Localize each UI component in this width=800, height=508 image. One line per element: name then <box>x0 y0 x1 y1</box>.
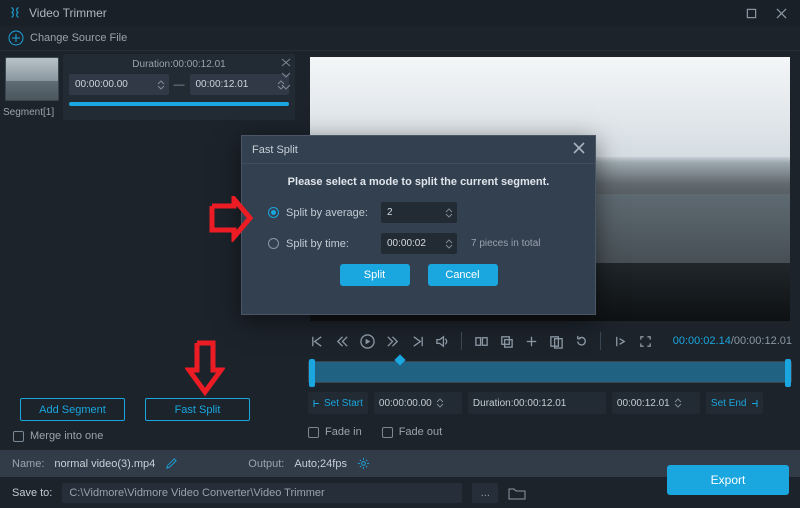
reset-icon[interactable] <box>572 332 590 350</box>
timeline-scrubber[interactable] <box>308 361 792 383</box>
volume-icon[interactable] <box>433 332 451 350</box>
fade-out-label: Fade out <box>399 426 442 438</box>
duplicate-icon[interactable] <box>547 332 565 350</box>
set-end-button[interactable]: Set End <box>706 392 763 414</box>
range-dash: — <box>174 79 185 91</box>
fade-out-checkbox[interactable] <box>382 427 393 438</box>
output-label: Output: <box>248 458 284 470</box>
titlebar: Video Trimmer <box>0 0 800 26</box>
segment-range-bar[interactable] <box>69 102 289 106</box>
timeline-left-handle[interactable] <box>309 359 315 387</box>
output-settings-icon[interactable] <box>357 457 370 470</box>
add-icon[interactable] <box>522 332 540 350</box>
copy-icon[interactable] <box>497 332 515 350</box>
save-to-label: Save to: <box>12 487 52 499</box>
window-title: Video Trimmer <box>29 6 744 20</box>
split-by-average-label: Split by average: <box>286 207 381 219</box>
merge-label: Merge into one <box>30 430 103 442</box>
plus-circle-icon[interactable] <box>8 30 24 46</box>
set-start-button[interactable]: Set Start <box>308 392 368 414</box>
split-by-average-radio[interactable] <box>268 207 279 218</box>
edit-name-icon[interactable] <box>165 457 178 470</box>
move-down-icon-2[interactable] <box>281 82 291 91</box>
filename-value: normal video(3).mp4 <box>54 458 155 470</box>
window-maximize-button[interactable] <box>744 6 758 20</box>
annotation-arrow-down-icon <box>185 340 225 396</box>
segment-thumbnail[interactable] <box>5 57 59 101</box>
start-time-input[interactable]: 00:00:00.00 <box>374 392 462 414</box>
total-time: /00:00:12.01 <box>731 335 792 347</box>
fast-split-dialog: Fast Split Please select a mode to split… <box>241 135 596 315</box>
current-time: 00:00:02.14 <box>673 335 731 347</box>
dialog-split-button[interactable]: Split <box>340 264 410 286</box>
name-label: Name: <box>12 458 44 470</box>
goto-end-icon[interactable] <box>408 332 426 350</box>
fullscreen-icon[interactable] <box>636 332 654 350</box>
window-close-button[interactable] <box>774 6 788 20</box>
save-path-display: C:\Vidmore\Vidmore Video Converter\Video… <box>62 483 462 503</box>
app-logo-icon <box>8 6 22 20</box>
browse-path-button[interactable]: ... <box>472 483 498 503</box>
output-value: Auto;24fps <box>294 458 347 470</box>
step-forward-icon[interactable] <box>383 332 401 350</box>
source-bar: Change Source File <box>0 26 800 51</box>
dialog-lead: Please select a mode to split the curren… <box>242 176 595 188</box>
dialog-cancel-button[interactable]: Cancel <box>428 264 498 286</box>
export-button[interactable]: Export <box>667 465 789 495</box>
end-time-input[interactable]: 00:00:12.01 <box>612 392 700 414</box>
change-source-link[interactable]: Change Source File <box>30 32 127 44</box>
dialog-title: Fast Split <box>252 144 298 156</box>
remove-segment-icon[interactable] <box>281 58 291 67</box>
fast-split-button[interactable]: Fast Split <box>145 398 250 421</box>
fade-in-checkbox[interactable] <box>308 427 319 438</box>
split-time-input[interactable]: 00:00:02 <box>381 233 457 254</box>
segment-controls: Duration:00:00:12.01 00:00:00.00 — 00:00… <box>63 54 295 120</box>
split-average-input[interactable]: 2 <box>381 202 457 223</box>
duration-label: Duration: <box>132 59 173 70</box>
play-icon[interactable] <box>358 332 376 350</box>
open-folder-icon[interactable] <box>508 485 526 501</box>
step-back-icon[interactable] <box>333 332 351 350</box>
segment-end-input[interactable]: 00:00:12.01 <box>190 74 290 95</box>
move-down-icon[interactable] <box>281 70 291 79</box>
split-by-time-label: Split by time: <box>286 238 381 250</box>
goto-start-icon[interactable] <box>308 332 326 350</box>
playhead[interactable] <box>394 354 405 365</box>
split-by-time-radio[interactable] <box>268 238 279 249</box>
segment-label: Segment[1] <box>3 107 54 118</box>
merge-checkbox[interactable] <box>13 431 24 442</box>
fade-in-label: Fade in <box>325 426 362 438</box>
timeline-right-handle[interactable] <box>785 359 791 387</box>
split-note: 7 pieces in total <box>471 238 541 249</box>
add-segment-button[interactable]: Add Segment <box>20 398 125 421</box>
compare-icon[interactable] <box>472 332 490 350</box>
annotation-arrow-right-icon <box>208 196 254 242</box>
duration-value: 00:00:12.01 <box>173 59 226 70</box>
playback-controls: 00:00:02.14/00:00:12.01 Set Start 00:00:… <box>308 326 792 424</box>
segment-start-input[interactable]: 00:00:00.00 <box>69 74 169 95</box>
dialog-close-button[interactable] <box>573 142 585 157</box>
duration-display: Duration:00:00:12.01 <box>468 392 606 414</box>
snapshot-icon[interactable] <box>611 332 629 350</box>
